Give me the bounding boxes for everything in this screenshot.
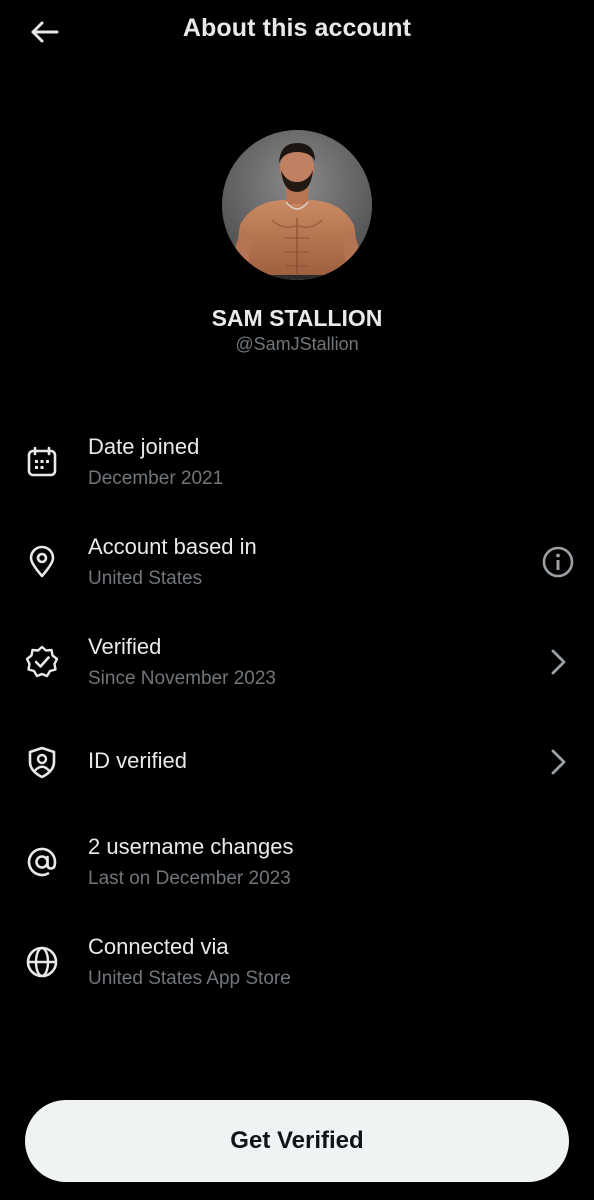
verified-value: Since November 2023	[88, 668, 276, 689]
account-location-row: Account based in United States	[0, 520, 594, 620]
profile-photo	[222, 130, 372, 280]
connected-via-value: United States App Store	[88, 968, 291, 989]
id-verified-label: ID verified	[88, 748, 188, 773]
page-title: About this account	[182, 14, 412, 42]
chevron-right-icon[interactable]	[540, 744, 576, 780]
globe-icon	[24, 944, 60, 980]
verified-row[interactable]: Verified Since November 2023	[0, 620, 594, 720]
connected-via-label: Connected via	[88, 934, 229, 959]
location-pin-icon	[24, 544, 60, 580]
username-changes-label: 2 username changes	[88, 834, 294, 859]
top-bar: About this account	[0, 0, 594, 64]
account-location-value: United States	[88, 568, 203, 589]
profile-name: SAM STALLION	[211, 305, 383, 331]
get-verified-button[interactable]: Get Verified	[25, 1100, 569, 1182]
username-changes-row: 2 username changes Last on December 2023	[0, 820, 594, 920]
username-changes-value: Last on December 2023	[88, 868, 291, 889]
date-joined-row: Date joined December 2021	[0, 420, 594, 520]
verified-badge-icon	[24, 644, 60, 680]
calendar-icon	[24, 444, 60, 480]
profile-handle: @SamJStallion	[235, 334, 359, 354]
info-icon[interactable]	[540, 544, 576, 580]
at-sign-icon	[24, 844, 60, 880]
account-location-label: Account based in	[88, 534, 257, 559]
verified-label: Verified	[88, 634, 162, 659]
connected-via-row: Connected via United States App Store	[0, 920, 594, 1020]
account-info-list: Date joined December 2021 Account based …	[0, 420, 594, 1020]
date-joined-label: Date joined	[88, 434, 200, 459]
chevron-right-icon[interactable]	[540, 644, 576, 680]
date-joined-value: December 2021	[88, 468, 224, 489]
id-verified-row[interactable]: ID verified	[0, 720, 594, 820]
avatar[interactable]	[222, 130, 372, 280]
id-shield-icon	[24, 744, 60, 780]
